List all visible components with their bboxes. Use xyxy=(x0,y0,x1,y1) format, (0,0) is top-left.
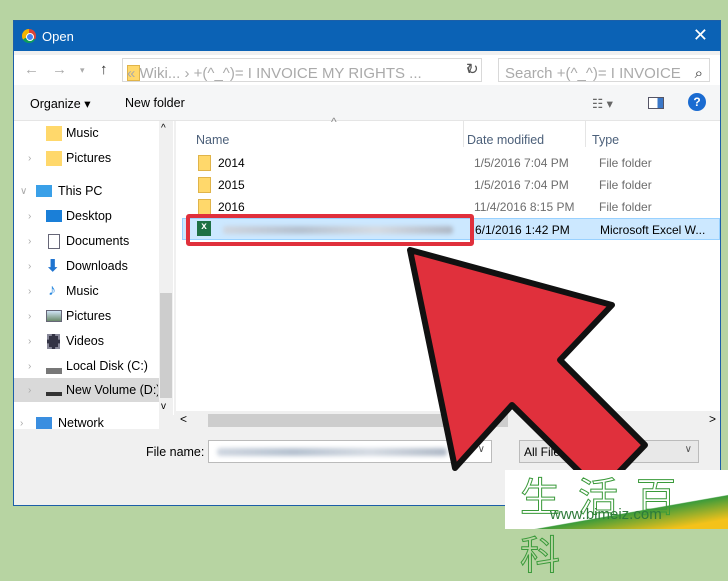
red-arrow-annotation xyxy=(407,247,648,495)
watermark-logo: 生活百科 www.bimeiz.com xyxy=(505,470,728,580)
watermark-text: 生活百科 xyxy=(520,475,694,580)
watermark-url: www.bimeiz.com xyxy=(550,506,662,523)
